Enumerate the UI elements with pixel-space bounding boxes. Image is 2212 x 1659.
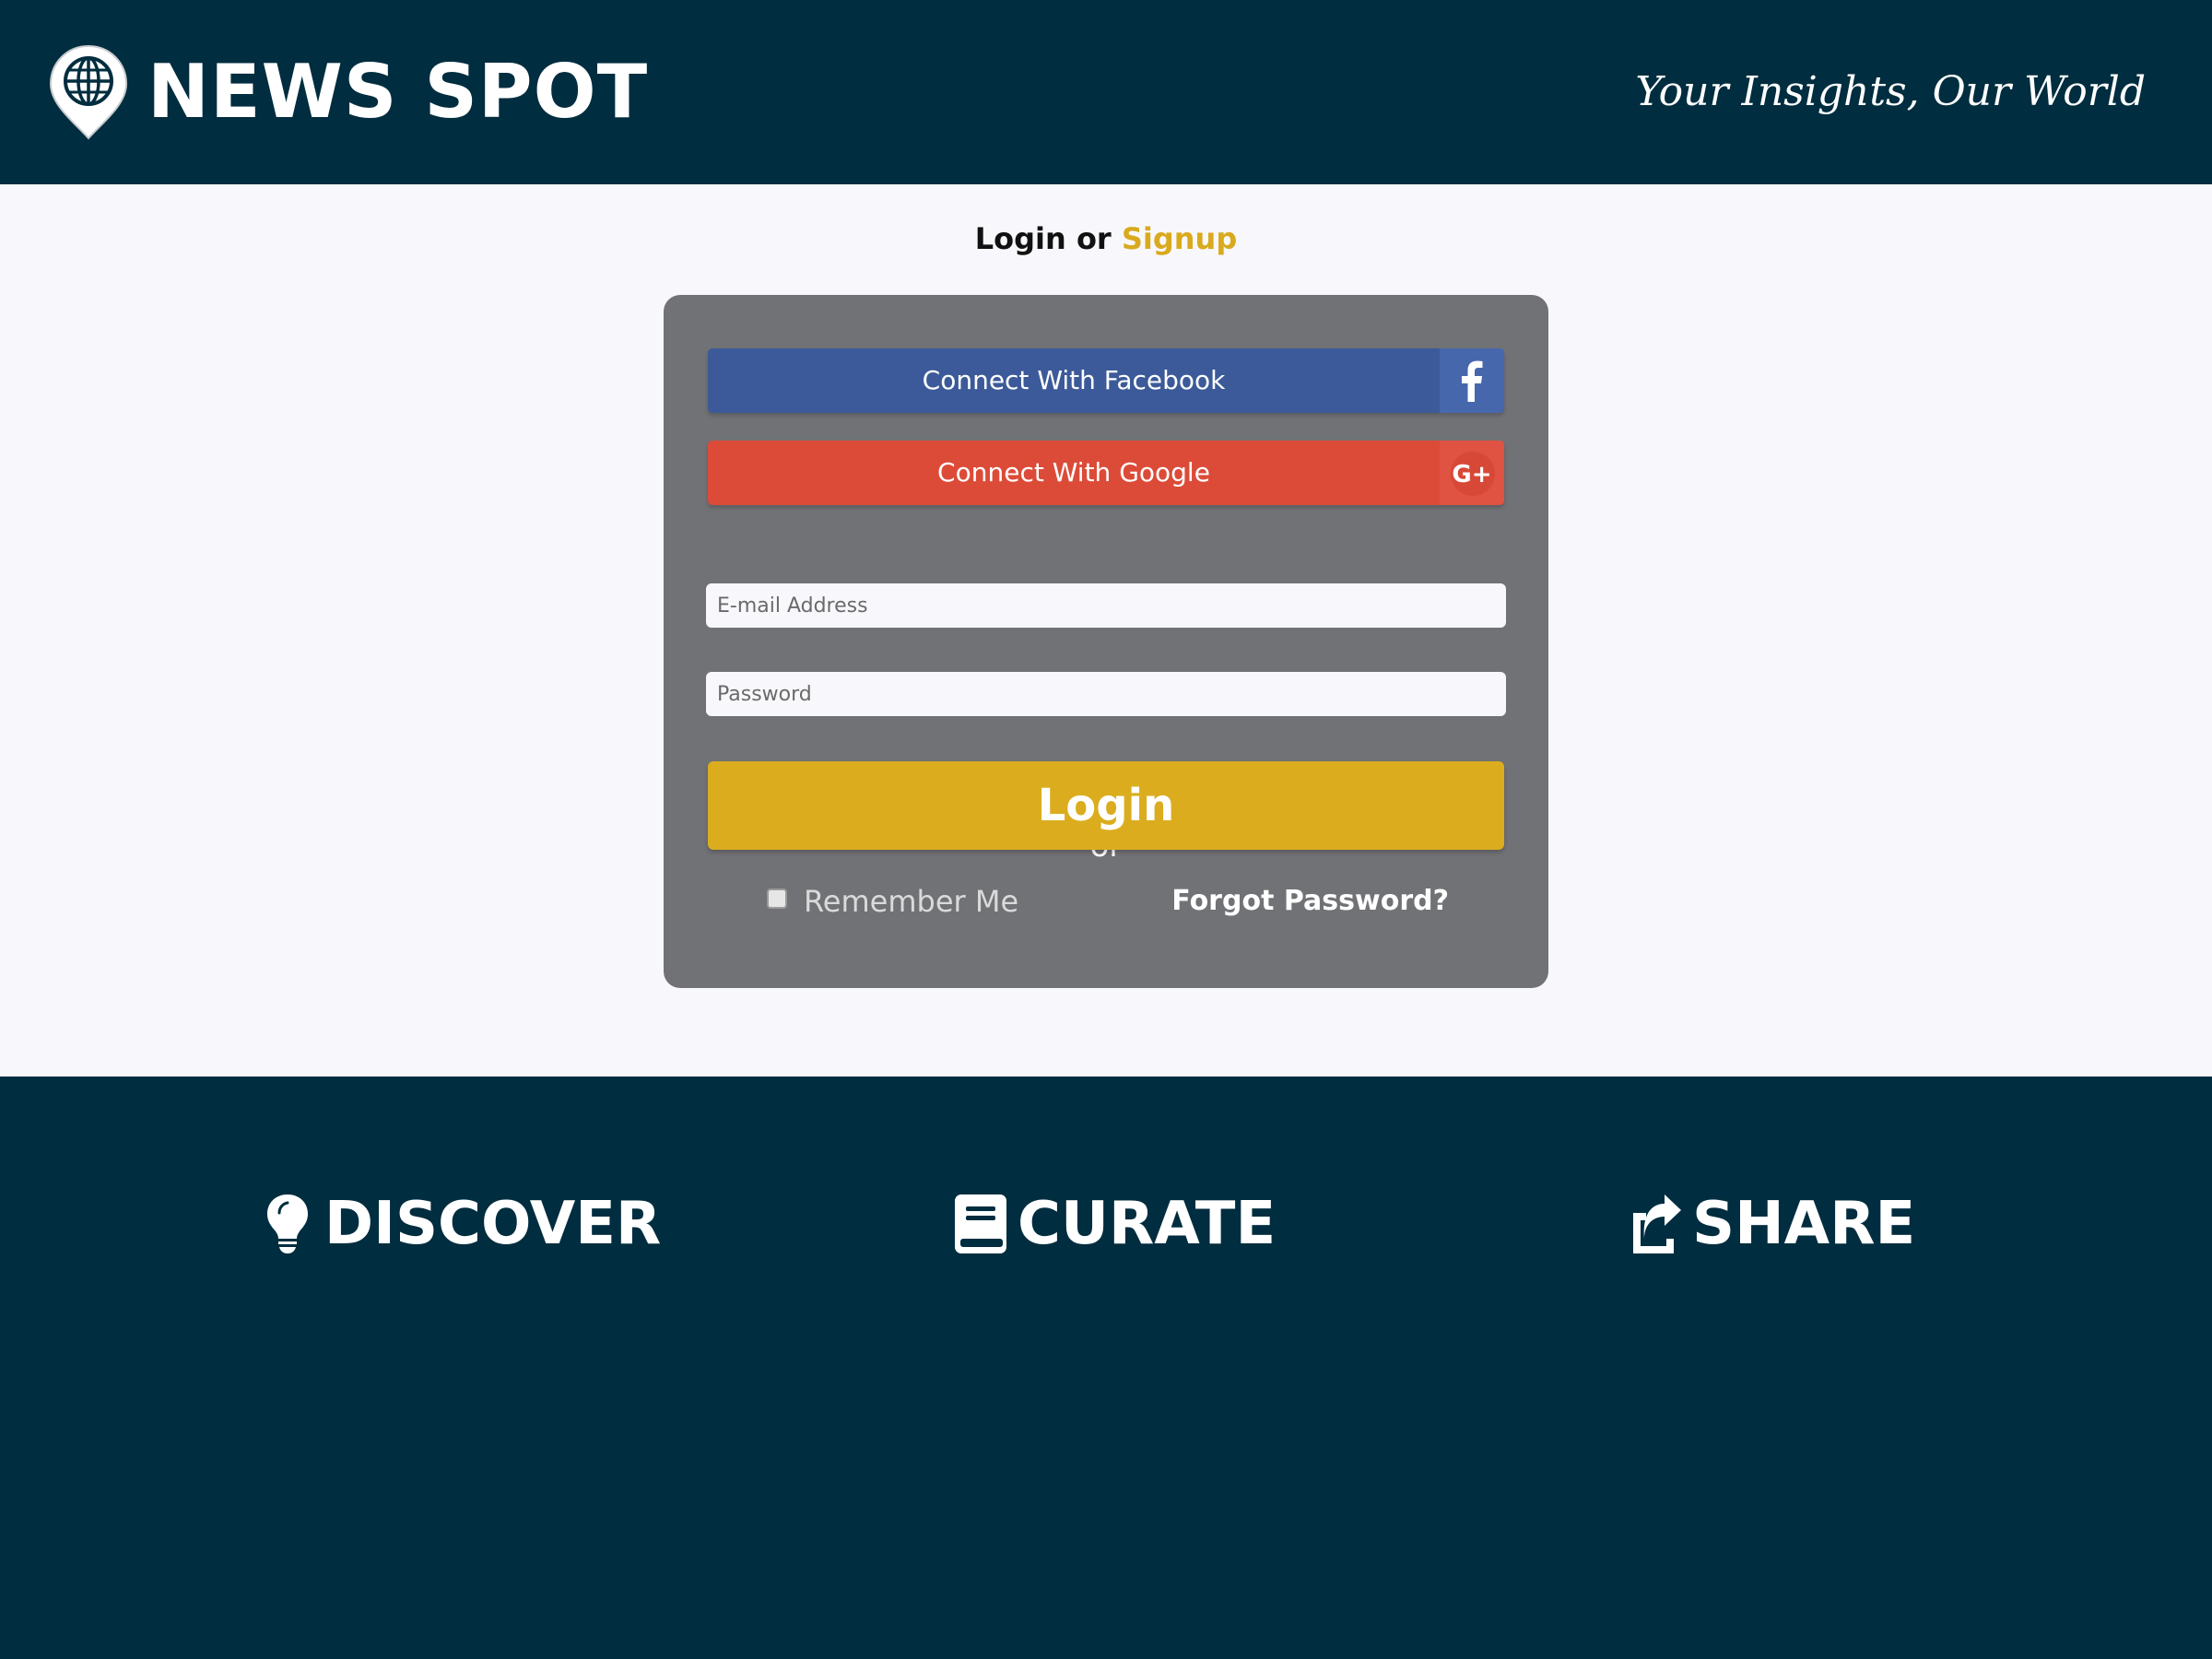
share-icon [1633, 1194, 1681, 1253]
google-plus-icon: G+ [1440, 441, 1504, 505]
email-field[interactable] [706, 583, 1506, 628]
signup-link[interactable]: Signup [1122, 221, 1237, 256]
feature-discover-label: DISCOVER [324, 1190, 662, 1258]
remember-me-label[interactable]: Remember Me [804, 876, 1018, 927]
login-heading-label: Login [974, 221, 1066, 256]
login-heading: Login or Signup [0, 216, 2212, 262]
site-header: NEWS SPOT Your Insights, Our World [0, 0, 2212, 184]
globe-pin-icon[interactable] [48, 44, 129, 140]
feature-share-label: SHARE [1692, 1190, 1916, 1258]
google-connect-label: Connect With Google [937, 457, 1210, 488]
lightbulb-icon [267, 1194, 308, 1253]
google-connect-button[interactable]: Connect With Google G+ [708, 441, 1504, 505]
facebook-connect-label: Connect With Facebook [922, 365, 1226, 395]
site-footer: DISCOVER CURATE SHARE [0, 1077, 2212, 1659]
forgot-password-link[interactable]: Forgot Password? [1171, 876, 1449, 927]
remember-me-checkbox[interactable] [767, 888, 787, 909]
password-field[interactable] [706, 672, 1506, 716]
google-plus-icon-text: G+ [1452, 461, 1491, 488]
tagline: Your Insights, Our World [1635, 68, 2146, 115]
login-heading-or: or [1076, 221, 1112, 256]
login-panel: Connect With Facebook Connect With Googl… [664, 295, 1548, 988]
facebook-connect-button[interactable]: Connect With Facebook [708, 348, 1504, 413]
login-button[interactable]: Login [708, 761, 1504, 850]
facebook-icon [1440, 348, 1504, 413]
book-icon [955, 1194, 1006, 1253]
feature-curate-label: CURATE [1018, 1190, 1277, 1258]
brand-title[interactable]: NEWS SPOT [147, 46, 648, 138]
